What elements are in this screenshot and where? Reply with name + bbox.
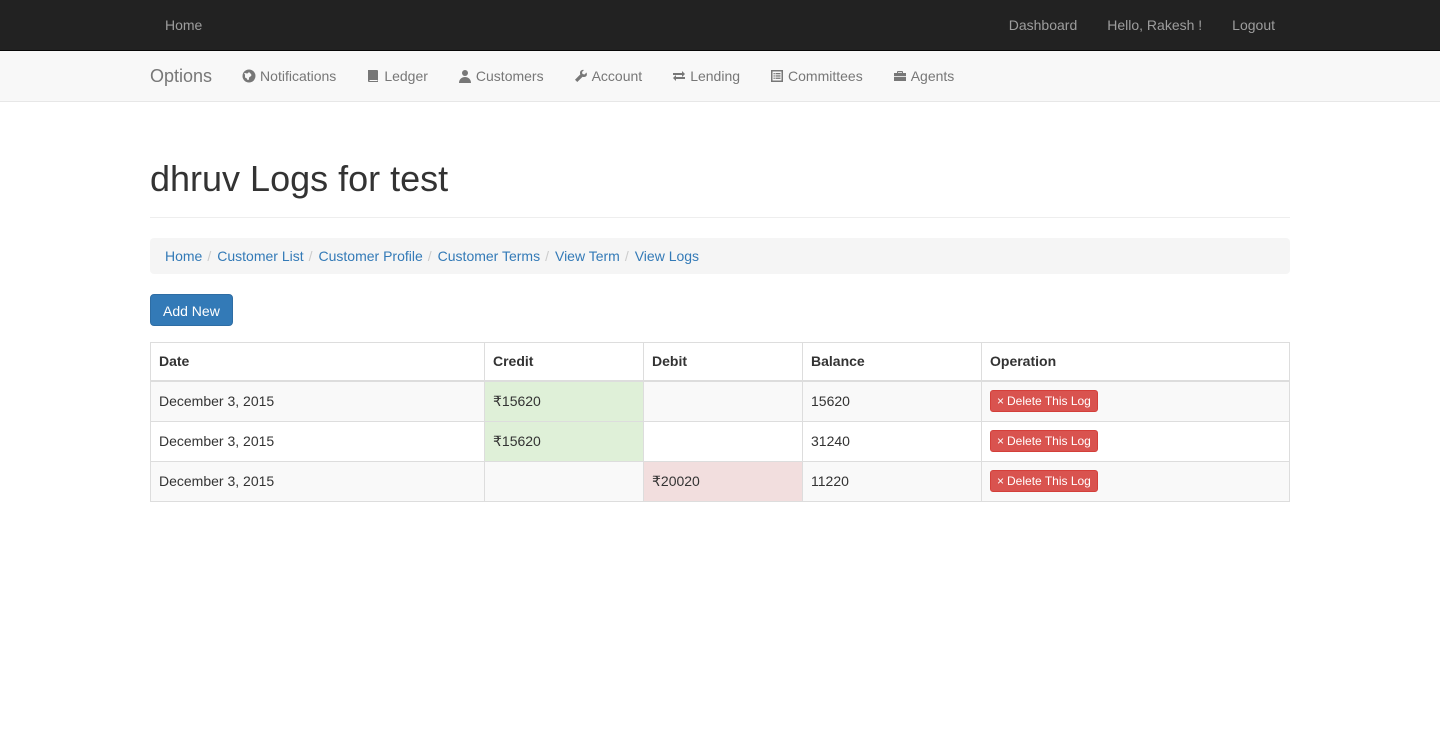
book-icon [366, 69, 380, 83]
column-header-operation: Operation [981, 341, 1290, 382]
transfer-icon [672, 69, 686, 83]
subnav-item-customers[interactable]: Customers [443, 51, 559, 101]
top-navbar-left: Home [150, 0, 217, 50]
table-row: December 3, 2015 ₹20020 11220 × Delete Th… [150, 460, 1290, 502]
subnav-item-label: Lending [690, 68, 741, 84]
column-header-date: Date [150, 341, 485, 382]
breadcrumb-customer-list[interactable]: Customer List [217, 248, 303, 264]
subnav-item-label: Customers [475, 68, 544, 84]
globe-icon [242, 69, 256, 83]
options-navbar-inner: Options Notifications Ledger Customers A… [150, 51, 969, 101]
user-greeting-link[interactable]: Hello, Rakesh ! [1092, 0, 1217, 50]
main-container: dhruv Logs for test Home / Customer List… [150, 101, 1290, 502]
options-navbar: Options Notifications Ledger Customers A… [0, 51, 1440, 102]
cell-date: December 3, 2015 [150, 420, 485, 462]
breadcrumb-customer-terms[interactable]: Customer Terms [438, 248, 540, 264]
wrench-icon [574, 69, 588, 83]
breadcrumb-separator: / [207, 247, 212, 264]
close-icon: × [997, 474, 1005, 489]
delete-log-button[interactable]: × Delete This Log [990, 430, 1098, 453]
column-header-debit: Debit [643, 341, 803, 382]
subnav-item-label: Committees [788, 68, 863, 84]
page-title: dhruv Logs for test [150, 101, 1290, 218]
cell-credit: ₹15620 [484, 380, 644, 422]
breadcrumb-separator: / [624, 247, 629, 264]
subnav-item-ledger[interactable]: Ledger [351, 51, 443, 101]
cell-operation: × Delete This Log [981, 420, 1290, 462]
subnav-item-committees[interactable]: Committees [755, 51, 878, 101]
briefcase-icon [893, 69, 907, 83]
cell-debit: ₹20020 [643, 460, 803, 502]
logs-table: Date Credit Debit Balance Operation Dece… [150, 341, 1290, 502]
top-navbar-right: Dashboard Hello, Rakesh ! Logout [994, 0, 1290, 50]
nav-home-link[interactable]: Home [150, 0, 217, 50]
delete-log-button[interactable]: × Delete This Log [990, 470, 1098, 493]
cell-date: December 3, 2015 [150, 460, 485, 502]
subnav-item-label: Agents [910, 68, 955, 84]
subnav-item-notifications[interactable]: Notifications [227, 51, 351, 101]
breadcrumb-view-logs[interactable]: View Logs [635, 248, 699, 264]
user-icon [458, 69, 472, 83]
cell-operation: × Delete This Log [981, 380, 1290, 422]
cell-balance: 11220 [802, 460, 982, 502]
subnav-item-agents[interactable]: Agents [878, 51, 970, 101]
top-navbar: Home Dashboard Hello, Rakesh ! Logout [0, 0, 1440, 51]
subnav-item-label: Ledger [384, 68, 428, 84]
close-icon: × [997, 394, 1005, 409]
cell-debit [643, 420, 803, 462]
cell-balance: 31240 [802, 420, 982, 462]
cell-debit [643, 380, 803, 422]
list-alt-icon [770, 69, 784, 83]
delete-log-label: Delete This Log [1007, 394, 1091, 409]
delete-log-label: Delete This Log [1007, 474, 1091, 489]
breadcrumb-home[interactable]: Home [165, 248, 202, 264]
subnav-item-label: Notifications [260, 68, 337, 84]
subnav-item-label: Account [591, 68, 643, 84]
subnav-item-lending[interactable]: Lending [657, 51, 755, 101]
options-brand[interactable]: Options [150, 51, 212, 101]
nav-dashboard-link[interactable]: Dashboard [994, 0, 1093, 50]
cell-credit: ₹15620 [484, 420, 644, 462]
cell-operation: × Delete This Log [981, 460, 1290, 502]
breadcrumb-view-term[interactable]: View Term [555, 248, 620, 264]
delete-log-label: Delete This Log [1007, 434, 1091, 449]
subnav-item-account[interactable]: Account [559, 51, 658, 101]
close-icon: × [997, 434, 1005, 449]
breadcrumb-separator: / [427, 247, 432, 264]
delete-log-button[interactable]: × Delete This Log [990, 390, 1098, 413]
logout-link[interactable]: Logout [1217, 0, 1290, 50]
column-header-credit: Credit [484, 341, 644, 382]
table-header-row: Date Credit Debit Balance Operation [150, 341, 1290, 382]
breadcrumb-separator: / [545, 247, 549, 264]
breadcrumb-separator: / [308, 247, 313, 264]
breadcrumb: Home / Customer List / Customer Profile … [150, 237, 1290, 274]
column-header-balance: Balance [802, 341, 982, 382]
cell-date: December 3, 2015 [150, 380, 485, 422]
table-row: December 3, 2015 ₹15620 31240 × Delete Th… [150, 420, 1290, 462]
breadcrumb-customer-profile[interactable]: Customer Profile [319, 248, 423, 264]
cell-credit [484, 460, 644, 502]
cell-balance: 15620 [802, 380, 982, 422]
table-row: December 3, 2015 ₹15620 15620 × Delete Th… [150, 380, 1290, 422]
add-new-button[interactable]: Add New [150, 293, 233, 326]
